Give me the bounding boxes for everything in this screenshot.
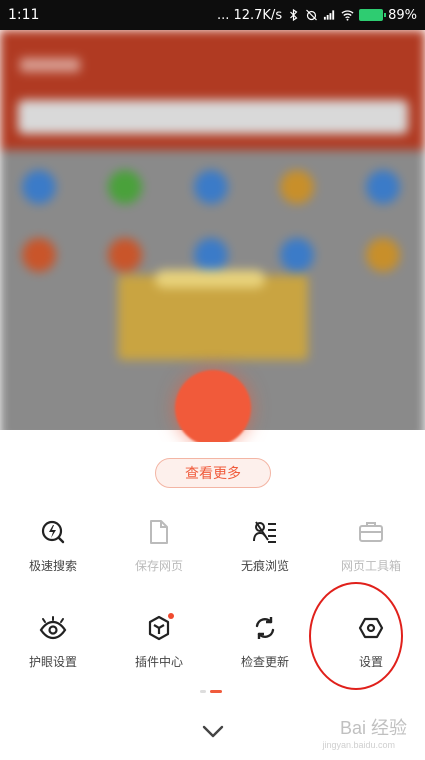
menu-item-label: 网页工具箱 — [340, 559, 401, 573]
refresh-icon — [250, 613, 280, 643]
bg-weather — [20, 58, 80, 72]
page-dot-active — [210, 690, 222, 693]
bg-shortcut-dot — [108, 238, 142, 272]
chevron-down-icon[interactable] — [200, 723, 226, 741]
document-icon — [144, 517, 174, 547]
bg-shortcut-dot — [22, 170, 56, 204]
alarm-off-icon — [306, 9, 318, 21]
menu-item-label: 护眼设置 — [28, 655, 77, 669]
menu-item-label: 无痕浏览 — [240, 559, 289, 573]
menu-item-label: 检查更新 — [240, 655, 289, 669]
menu-item-save-page[interactable]: 保存网页 — [106, 515, 212, 611]
bluetooth-icon — [290, 9, 298, 21]
bg-shortcut-dot — [194, 238, 228, 272]
toolbox-icon — [356, 517, 386, 547]
lightning-search-icon — [38, 517, 68, 547]
menu-item-label: 保存网页 — [134, 559, 183, 573]
wifi-icon — [341, 10, 354, 21]
bg-shortcut-dot — [22, 238, 56, 272]
menu-item-check-update[interactable]: 检查更新 — [212, 611, 318, 707]
baidu-watermark-url: jingyan.baidu.com — [322, 740, 395, 750]
baidu-watermark: Bai 经验 — [339, 718, 407, 738]
page-indicator — [200, 690, 226, 694]
bg-shortcut-dot — [280, 238, 314, 272]
status-time: 1:11 — [8, 7, 40, 23]
annotation-circle — [309, 582, 403, 690]
status-right: ... 12.7K/s 89% — [217, 8, 417, 23]
menu-item-plugin-center[interactable]: 插件中心 — [106, 611, 212, 707]
bg-shortcut-dot — [366, 170, 400, 204]
signal-icon — [324, 10, 335, 20]
bg-shortcut-dot — [280, 170, 314, 204]
bg-shortcut-dot — [194, 170, 228, 204]
bg-search-bar — [18, 100, 408, 134]
view-more-button[interactable]: 查看更多 — [155, 458, 271, 488]
menu-item-incognito[interactable]: 无痕浏览 — [212, 515, 318, 611]
bg-promo-tag — [155, 270, 265, 288]
battery-icon — [359, 9, 387, 21]
notification-badge — [168, 613, 174, 619]
status-bar: 1:11 ... 12.7K/s 89% — [0, 0, 425, 30]
bg-shortcut-dot — [366, 238, 400, 272]
menu-item-eye-care[interactable]: 护眼设置 — [0, 611, 106, 707]
center-action-button[interactable] — [175, 370, 251, 446]
network-speed: ... 12.7K/s — [216, 7, 283, 23]
bg-shortcut-dot — [108, 170, 142, 204]
eye-icon — [38, 613, 68, 643]
menu-item-label: 插件中心 — [134, 655, 183, 669]
menu-item-label: 极速搜索 — [28, 559, 77, 573]
page-dot-inactive — [200, 690, 206, 693]
battery-percent: 89% — [388, 7, 417, 23]
menu-item-fast-search[interactable]: 极速搜索 — [0, 515, 106, 611]
incognito-icon — [250, 517, 280, 547]
